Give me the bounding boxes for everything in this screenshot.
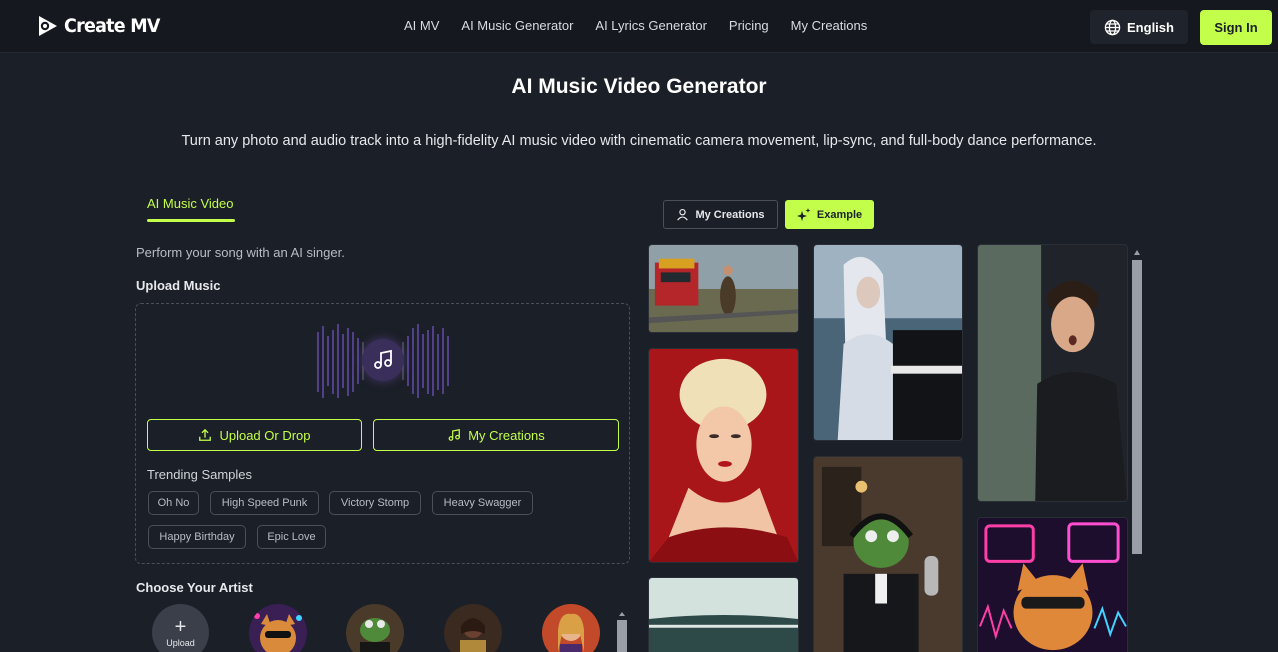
- trending-chip-heavy-swagger[interactable]: Heavy Swagger: [432, 491, 533, 515]
- sign-in-button[interactable]: Sign In: [1200, 10, 1272, 45]
- upload-or-drop-label: Upload Or Drop: [219, 427, 311, 443]
- artist-avatar-woman[interactable]: [542, 604, 600, 652]
- upload-artist-label: Upload: [166, 637, 195, 648]
- artist-avatar-cat[interactable]: [249, 604, 307, 652]
- globe-icon: [1104, 19, 1121, 35]
- language-label: English: [1127, 19, 1174, 35]
- trending-chip-epic-love[interactable]: Epic Love: [257, 525, 326, 549]
- gallery-thumbnail-young-man[interactable]: [977, 244, 1128, 502]
- gallery-thumbnail-stadium[interactable]: [648, 577, 799, 652]
- trending-chip-happy-birthday[interactable]: Happy Birthday: [148, 525, 246, 549]
- artist-avatar-singer[interactable]: [444, 604, 502, 652]
- gallery-thumbnail-frog-studio[interactable]: [813, 456, 963, 652]
- nav-my-creations[interactable]: My Creations: [791, 18, 868, 33]
- user-icon: [677, 208, 689, 221]
- my-creations-music-label: My Creations: [468, 427, 545, 443]
- form-description: Perform your song with an AI singer.: [136, 245, 345, 260]
- gallery-thumbnail-neon-cat[interactable]: [977, 517, 1128, 652]
- nav-ai-mv[interactable]: AI MV: [404, 18, 439, 33]
- upload-music-label: Upload Music: [136, 278, 221, 293]
- artist-list-scrollbar[interactable]: [617, 612, 627, 652]
- page-title: AI Music Video Generator: [511, 75, 767, 98]
- gallery-thumbnail-red-portrait[interactable]: [648, 348, 799, 563]
- nav-ai-lyrics-generator[interactable]: AI Lyrics Generator: [595, 18, 707, 33]
- music-note-icon: [374, 349, 392, 369]
- trending-chip-high-speed-punk[interactable]: High Speed Punk: [210, 491, 319, 515]
- gallery-thumbnail-train[interactable]: [648, 244, 799, 333]
- gallery-my-creations-button[interactable]: My Creations: [663, 200, 778, 229]
- trending-chip-victory-stomp[interactable]: Victory Stomp: [329, 491, 421, 515]
- sparkles-icon: [796, 207, 811, 221]
- upload-artist-button[interactable]: + Upload: [152, 604, 209, 652]
- tab-ai-music-video[interactable]: AI Music Video: [147, 196, 233, 211]
- active-tab-indicator: [147, 219, 235, 222]
- logo-icon: [39, 16, 57, 36]
- nav-pricing[interactable]: Pricing: [729, 18, 769, 33]
- plus-icon: +: [174, 615, 187, 638]
- gallery-scrollbar-thumb[interactable]: [1132, 260, 1142, 554]
- my-creations-music-button[interactable]: My Creations: [373, 419, 619, 451]
- language-selector[interactable]: English: [1090, 10, 1188, 44]
- artist-avatar-frog[interactable]: [346, 604, 404, 652]
- music-note-badge: [362, 339, 404, 381]
- top-navbar: Create MV AI MV AI Music Generator AI Ly…: [0, 0, 1278, 53]
- upload-or-drop-button[interactable]: Upload Or Drop: [147, 419, 362, 451]
- upload-icon: [199, 428, 212, 441]
- gallery-my-creations-label: My Creations: [695, 208, 765, 221]
- trending-samples-label: Trending Samples: [147, 467, 253, 482]
- gallery-thumbnail-piano[interactable]: [813, 244, 963, 441]
- gallery-example-button[interactable]: Example: [785, 200, 874, 229]
- nav-ai-music-generator[interactable]: AI Music Generator: [461, 18, 573, 33]
- gallery-example-label: Example: [816, 208, 863, 221]
- page-subtitle: Turn any photo and audio track into a hi…: [181, 133, 1097, 149]
- trending-chip-oh-no[interactable]: Oh No: [148, 491, 199, 515]
- music-note-icon: [448, 429, 461, 441]
- main-nav: AI MV AI Music Generator AI Lyrics Gener…: [404, 18, 867, 33]
- choose-artist-label: Choose Your Artist: [136, 580, 253, 595]
- logo[interactable]: Create MV: [36, 14, 168, 38]
- logo-text: Create MV: [64, 15, 160, 37]
